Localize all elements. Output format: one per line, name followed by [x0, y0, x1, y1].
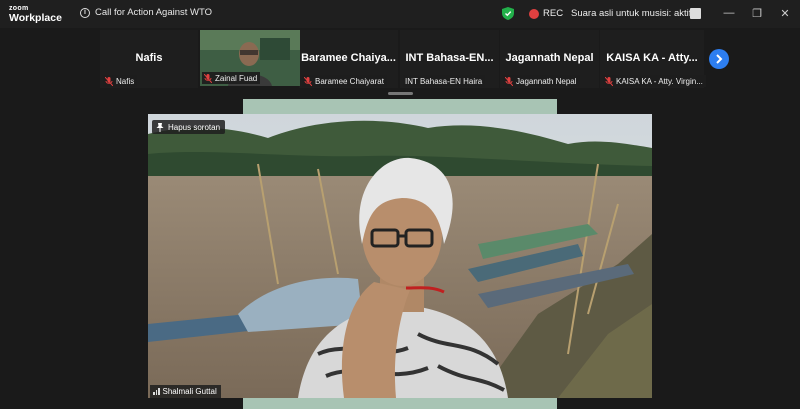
participant-label-text: Baramee Chaiyarat	[315, 76, 384, 86]
next-page-button[interactable]	[709, 49, 729, 69]
clapperboard-icon[interactable]	[690, 8, 701, 19]
participant-display-name: Jagannath Nepal	[505, 52, 594, 64]
meeting-title: Call for Action Against WTO	[95, 7, 213, 18]
virtual-background-edge	[243, 398, 557, 409]
participant-label: Jagannath Nepal	[503, 75, 580, 87]
rec-label: REC	[543, 8, 564, 19]
rec-icon	[529, 8, 539, 19]
minimize-button[interactable]: —	[722, 6, 736, 20]
participant-label-text: Jagannath Nepal	[516, 76, 577, 86]
participant-tile[interactable]: Baramee Chaiya... Baramee Chaiyarat	[299, 30, 398, 88]
participant-label-text: Nafis	[116, 76, 135, 86]
chevron-right-icon	[716, 54, 723, 64]
participant-label: Zainal Fuad	[202, 72, 261, 84]
participant-label: Nafis	[103, 75, 138, 87]
meeting-info[interactable]: i Call for Action Against WTO	[80, 7, 212, 18]
remove-spotlight-label: Hapus sorotan	[168, 122, 221, 132]
participant-strip: Nafis Nafis Baramee Chaiya... Baramee Ch…	[0, 28, 800, 92]
pin-icon	[156, 122, 164, 132]
shield-icon[interactable]	[502, 7, 514, 20]
speaker-name: Shalmali Guttal	[162, 387, 217, 396]
brand-top: zoom	[9, 4, 29, 12]
participant-display-name: INT Bahasa-EN...	[405, 52, 494, 64]
info-icon[interactable]: i	[80, 7, 90, 18]
restore-button[interactable]: ❐	[750, 6, 764, 20]
mic-muted-icon	[605, 76, 613, 86]
recording-indicator[interactable]: REC	[529, 8, 563, 19]
zoom-logo: zoom Workplace	[9, 5, 62, 24]
participant-tile[interactable]: INT Bahasa-EN... INT Bahasa-EN Haira	[400, 30, 499, 88]
participant-label-text: INT Bahasa-EN Haira	[405, 76, 483, 86]
participant-display-name: Nafis	[135, 52, 163, 64]
mic-muted-icon	[505, 76, 513, 86]
strip-resize-handle[interactable]	[388, 92, 413, 95]
signal-strength-icon	[153, 388, 160, 395]
close-button[interactable]: ✕	[778, 6, 792, 20]
participant-display-name: Baramee Chaiya...	[301, 52, 396, 64]
spotlight-video[interactable]	[148, 114, 652, 398]
participant-label-text: Zainal Fuad	[215, 73, 258, 83]
speaker-name-tag: Shalmali Guttal	[150, 385, 221, 398]
title-bar: zoom Workplace i Call for Action Against…	[0, 0, 800, 28]
speaker-video-frame	[148, 114, 652, 398]
participant-tile[interactable]: Nafis Nafis	[100, 30, 198, 88]
participant-label: Baramee Chaiyarat	[302, 75, 387, 87]
brand-name: Workplace	[9, 11, 62, 24]
original-sound-status[interactable]: Suara asli untuk musisi: aktif	[571, 8, 691, 19]
participant-label: KAISA KA - Atty. Virgin...	[603, 75, 706, 87]
participant-label: INT Bahasa-EN Haira	[403, 75, 486, 87]
remove-spotlight-button[interactable]: Hapus sorotan	[152, 120, 226, 134]
mic-muted-icon	[105, 76, 113, 86]
mic-muted-icon	[204, 73, 212, 83]
participant-label-text: KAISA KA - Atty. Virgin...	[616, 76, 703, 86]
virtual-background-edge	[243, 99, 557, 114]
participant-video-tile[interactable]: Zainal Fuad	[200, 30, 300, 86]
participant-display-name: KAISA KA - Atty...	[606, 52, 698, 64]
participant-tile[interactable]: Jagannath Nepal Jagannath Nepal	[500, 30, 599, 88]
mic-muted-icon	[304, 76, 312, 86]
participant-tile[interactable]: KAISA KA - Atty... KAISA KA - Atty. Virg…	[600, 30, 706, 88]
